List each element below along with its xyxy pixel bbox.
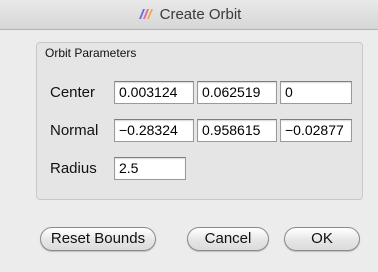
normal-z-field[interactable]: −0.02877 [280, 119, 352, 142]
create-orbit-dialog: Create Orbit Orbit Parameters Center 0.0… [0, 0, 378, 272]
radius-field[interactable]: 2.5 [114, 157, 186, 180]
center-y-field[interactable]: 0.062519 [197, 81, 277, 104]
center-label: Center [50, 84, 96, 101]
center-z-field[interactable]: 0 [280, 81, 352, 104]
normal-label: Normal [50, 122, 99, 139]
radius-label: Radius [50, 160, 97, 177]
orbit-app-icon [138, 9, 153, 19]
title-bar[interactable]: Create Orbit [0, 0, 378, 30]
ok-button[interactable]: OK [284, 227, 360, 251]
cancel-button[interactable]: Cancel [187, 227, 269, 251]
reset-bounds-button[interactable]: Reset Bounds [40, 227, 156, 251]
normal-y-field[interactable]: 0.958615 [197, 119, 277, 142]
center-x-field[interactable]: 0.003124 [114, 81, 194, 104]
window-title: Create Orbit [159, 6, 242, 23]
title-wrap: Create Orbit [0, 6, 378, 24]
group-title: Orbit Parameters [45, 46, 137, 60]
normal-x-field[interactable]: −0.28324 [114, 119, 194, 142]
